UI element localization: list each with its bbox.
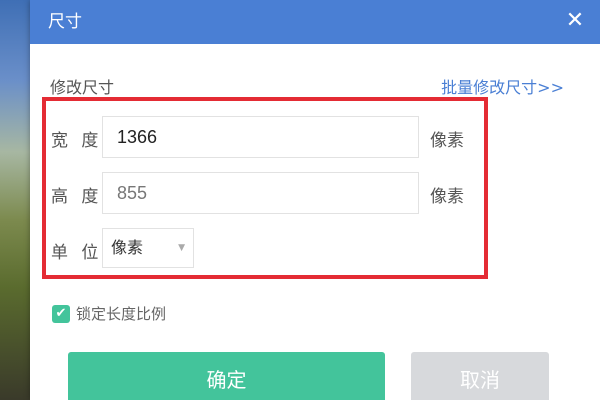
unit-select-value: 像素 [111,238,144,257]
height-label: 高 度 [51,187,103,207]
batch-resize-link[interactable]: 批量修改尺寸>> [441,74,564,98]
unit-label: 单 位 [51,243,103,263]
height-input[interactable]: 855 [102,172,419,214]
width-unit: 像素 [430,131,464,151]
background-image-left [0,0,30,400]
height-unit: 像素 [430,187,464,207]
cancel-button[interactable]: 取消 [411,352,549,400]
checkmark-icon: ✔ [55,306,67,321]
lock-ratio-label[interactable]: 锁定长度比例 [76,303,166,324]
width-input[interactable]: 1366 [102,116,419,158]
lock-ratio-checkbox[interactable]: ✔ [52,305,70,323]
confirm-button[interactable]: 确定 [68,352,385,400]
width-label: 宽 度 [51,131,103,151]
section-label: 修改尺寸 [50,78,115,97]
close-icon[interactable]: ✕ [564,10,586,32]
dialog-title: 尺寸 [48,12,82,32]
dialog-titlebar: 尺寸 ✕ [30,0,600,44]
unit-select[interactable]: 像素 ▼ [102,228,194,268]
resize-dialog: 尺寸 ✕ 修改尺寸 批量修改尺寸>> 宽 度 1366 像素 高 度 855 像… [30,0,600,400]
chevron-down-icon: ▼ [178,243,185,253]
